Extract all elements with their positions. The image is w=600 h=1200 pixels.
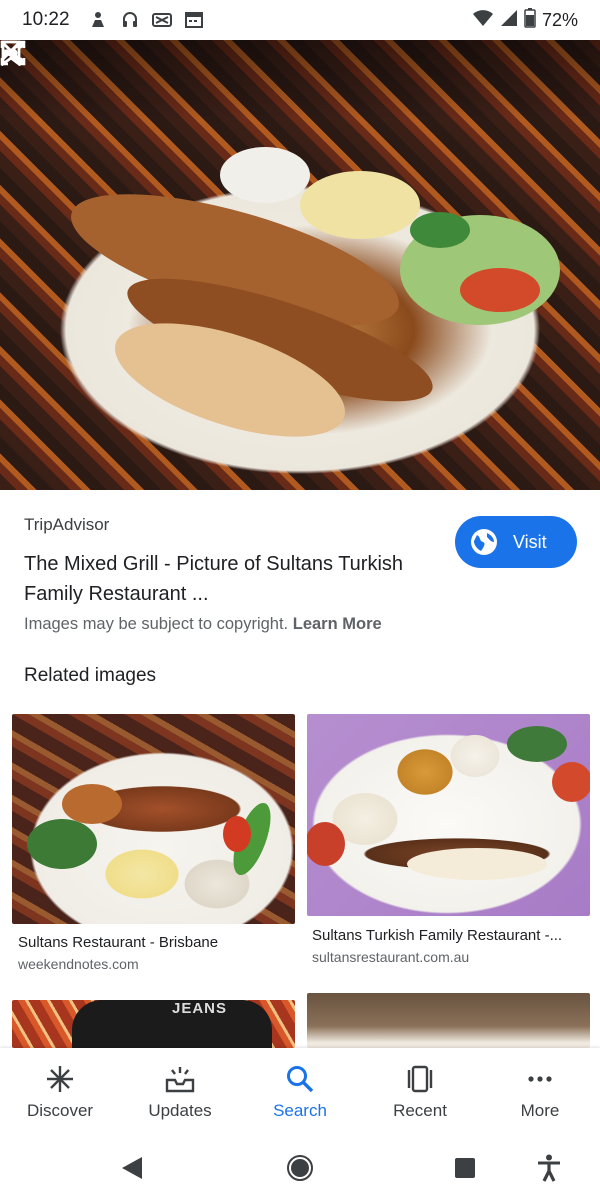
updates-icon xyxy=(164,1063,196,1095)
asterisk-icon xyxy=(44,1063,76,1095)
nav-label-updates: Updates xyxy=(148,1101,212,1120)
status-icons-left xyxy=(88,10,204,30)
accessibility-icon[interactable] xyxy=(533,1152,565,1184)
overview-icon[interactable] xyxy=(449,1152,481,1184)
nav-label-search: Search xyxy=(273,1101,327,1120)
home-icon[interactable] xyxy=(284,1152,316,1184)
viewer-actions xyxy=(0,40,568,94)
food-illustration xyxy=(27,784,271,876)
learn-more-link[interactable]: Learn More xyxy=(293,615,382,633)
lens-icon[interactable] xyxy=(0,40,444,94)
more-icon xyxy=(524,1063,556,1095)
nav-recent[interactable]: Recent xyxy=(360,1048,480,1136)
related-image-1[interactable] xyxy=(12,714,295,924)
visit-button[interactable]: Visit xyxy=(455,516,577,568)
related-image-3[interactable]: JEANS xyxy=(12,1000,295,1048)
recent-icon xyxy=(404,1063,436,1095)
hero-image[interactable] xyxy=(0,40,600,490)
visit-label: Visit xyxy=(513,531,547,552)
wifi-icon xyxy=(472,9,494,32)
share-icon[interactable] xyxy=(2,41,506,94)
result-title[interactable]: The Mixed Grill - Picture of Sultans Tur… xyxy=(24,549,444,609)
result-info: TripAdvisor The Mixed Grill - Picture of… xyxy=(24,515,444,609)
calendar-icon xyxy=(184,10,204,30)
close-icon[interactable] xyxy=(1,41,48,94)
nav-updates[interactable]: Updates xyxy=(120,1048,240,1136)
back-icon[interactable] xyxy=(116,1152,148,1184)
status-right: 72% xyxy=(472,7,578,33)
cast-off-icon xyxy=(151,10,172,30)
copyright-text: Images may be subject to copyright. xyxy=(24,615,289,633)
related-image-4[interactable] xyxy=(307,993,590,1048)
copyright-notice: Images may be subject to copyright. Lear… xyxy=(24,615,382,634)
related-title-1[interactable]: Sultans Restaurant - Brisbane xyxy=(18,934,295,951)
nav-search[interactable]: Search xyxy=(240,1048,360,1136)
search-icon xyxy=(284,1063,316,1095)
related-heading: Related images xyxy=(24,665,157,686)
viewer-toolbar xyxy=(0,40,600,120)
shirt-text: JEANS xyxy=(172,1000,228,1017)
result-source[interactable]: TripAdvisor xyxy=(24,515,444,535)
system-nav xyxy=(0,1136,600,1200)
status-bar: 10:22 72% xyxy=(0,0,600,40)
battery-icon xyxy=(524,7,536,33)
nav-label-recent: Recent xyxy=(393,1101,447,1120)
person-icon xyxy=(88,10,108,30)
bottom-nav: Discover Updates Search Recent More xyxy=(0,1048,600,1136)
bookmark-icon[interactable] xyxy=(1,40,568,94)
signal-icon xyxy=(500,9,518,32)
related-image-2[interactable] xyxy=(307,714,590,916)
status-time: 10:22 xyxy=(22,9,70,30)
nav-label-discover: Discover xyxy=(26,1101,94,1120)
nav-label-more: More xyxy=(520,1101,560,1120)
related-site-1: weekendnotes.com xyxy=(18,956,139,972)
nav-discover[interactable]: Discover xyxy=(0,1048,120,1136)
nav-more[interactable]: More xyxy=(480,1048,600,1136)
food-illustration xyxy=(307,726,590,880)
related-title-2[interactable]: Sultans Turkish Family Restaurant -... xyxy=(312,927,588,944)
related-site-2: sultansrestaurant.com.au xyxy=(312,949,470,965)
battery-percent: 72% xyxy=(541,9,578,30)
headset-icon xyxy=(120,10,140,30)
globe-icon xyxy=(469,527,499,557)
